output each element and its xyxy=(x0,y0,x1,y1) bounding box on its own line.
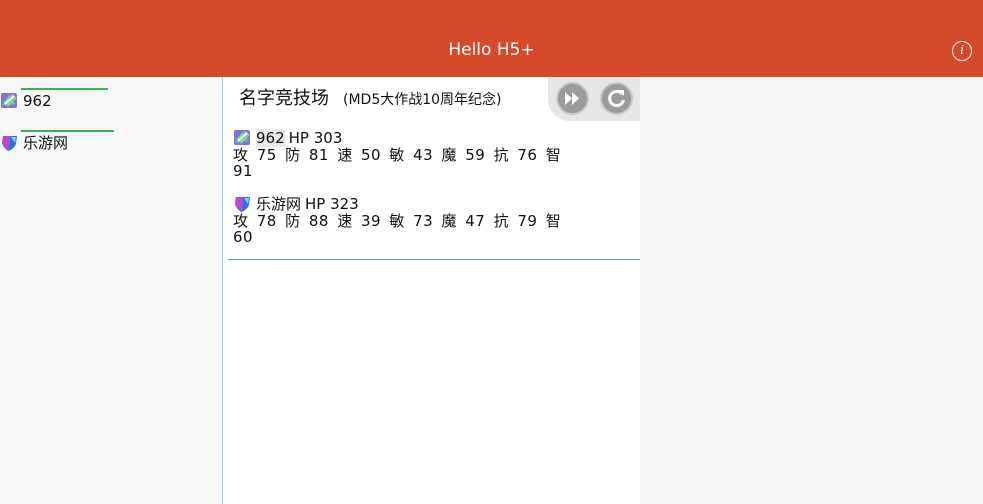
entry-stats: 攻 75 防 81 速 50 敏 43 魔 59 抗 76 智 xyxy=(233,146,562,164)
refresh-icon xyxy=(608,90,625,107)
battle-entry: 乐游网 HP 323 攻 78 防 88 速 39 敏 73 魔 47 抗 79… xyxy=(233,195,628,245)
battle-title-text: 名字竞技场 xyxy=(239,88,329,109)
entry-name: 乐游网 xyxy=(256,195,302,213)
player-name: 乐游网 xyxy=(23,134,69,152)
entry-stats: 攻 78 防 88 速 39 敏 73 魔 47 抗 79 智 xyxy=(233,212,562,230)
fast-forward-icon xyxy=(565,92,579,105)
badge-icon xyxy=(0,92,20,110)
battle-title: 名字竞技场 (MD5大作战10周年纪念) xyxy=(239,87,502,112)
player-item-962[interactable]: 962 xyxy=(0,89,52,113)
entry-name: 962 xyxy=(256,129,285,147)
header-title: Hello H5+ xyxy=(448,40,535,60)
info-icon[interactable]: i xyxy=(952,41,972,61)
battle-separator xyxy=(228,259,640,260)
shield-icon xyxy=(233,195,253,213)
refresh-button[interactable] xyxy=(600,82,633,115)
empty-area xyxy=(640,77,983,504)
fast-forward-button[interactable] xyxy=(556,82,589,115)
player-item-leyou[interactable]: 乐游网 xyxy=(0,131,68,155)
entry-header: 乐游网 HP 323 xyxy=(233,195,628,213)
battle-subtitle: (MD5大作战10周年纪念) xyxy=(343,92,502,108)
entry-stats-cont: 60 xyxy=(233,228,254,246)
playback-controls xyxy=(548,77,640,121)
entry-hp: HP 323 xyxy=(305,195,359,213)
badge-icon xyxy=(233,129,253,147)
entry-header: 962 HP 303 xyxy=(233,129,628,147)
battle-panel: 名字竞技场 (MD5大作战10周年纪念) 962 HP 303 攻 75 防 8… xyxy=(223,77,640,504)
battle-entry: 962 HP 303 攻 75 防 81 速 50 敏 43 魔 59 抗 76… xyxy=(233,129,628,179)
entry-stats-cont: 91 xyxy=(233,162,254,180)
shield-icon xyxy=(0,134,20,152)
entry-hp: HP 303 xyxy=(288,129,343,147)
player-list: 962 乐游网 xyxy=(0,77,222,504)
player-name: 962 xyxy=(23,92,52,110)
app-header: Hello H5+ i xyxy=(0,0,983,77)
